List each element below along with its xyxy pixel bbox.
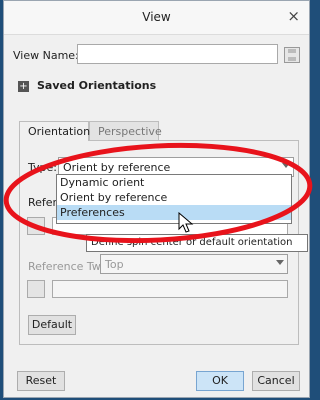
ok-button[interactable]: OK — [196, 371, 244, 391]
option-orient-by-reference[interactable]: Orient by reference — [57, 190, 291, 205]
view-name-label: View Name: — [13, 49, 79, 62]
tooltip: Define spin center or default orientatio… — [86, 234, 308, 252]
option-preferences[interactable]: Preferences — [57, 205, 291, 220]
reference-two-label: Reference Two: — [28, 260, 112, 273]
arrow-pointer-icon[interactable] — [27, 217, 45, 235]
dialog-title: View — [142, 10, 171, 24]
view-name-input[interactable] — [77, 44, 278, 64]
default-button[interactable]: Default — [28, 315, 76, 335]
cancel-button[interactable]: Cancel — [252, 371, 300, 391]
mouse-cursor-icon — [178, 212, 194, 233]
type-dropdown-list: Dynamic orient Orient by reference Prefe… — [56, 174, 292, 224]
dropdown-arrow-icon — [276, 260, 284, 265]
saved-orientations-label[interactable]: Saved Orientations — [37, 79, 156, 92]
close-icon[interactable]: × — [287, 7, 300, 25]
reference-two-input[interactable] — [52, 280, 288, 298]
reset-button[interactable]: Reset — [17, 371, 65, 391]
tab-orientation[interactable]: Orientation — [19, 121, 90, 141]
type-label: Type: — [28, 161, 57, 174]
save-icon[interactable] — [284, 47, 300, 63]
title-bar: View × — [4, 1, 309, 35]
reference-two-select[interactable]: Top — [100, 254, 288, 274]
type-select-value: Orient by reference — [63, 161, 171, 174]
option-dynamic-orient[interactable]: Dynamic orient — [57, 175, 291, 190]
arrow-pointer-icon[interactable] — [27, 280, 45, 298]
expand-plus-icon[interactable]: + — [18, 81, 29, 92]
tab-perspective[interactable]: Perspective — [89, 121, 162, 141]
reference-two-value: Top — [105, 258, 124, 271]
dropdown-arrow-icon — [282, 163, 290, 168]
